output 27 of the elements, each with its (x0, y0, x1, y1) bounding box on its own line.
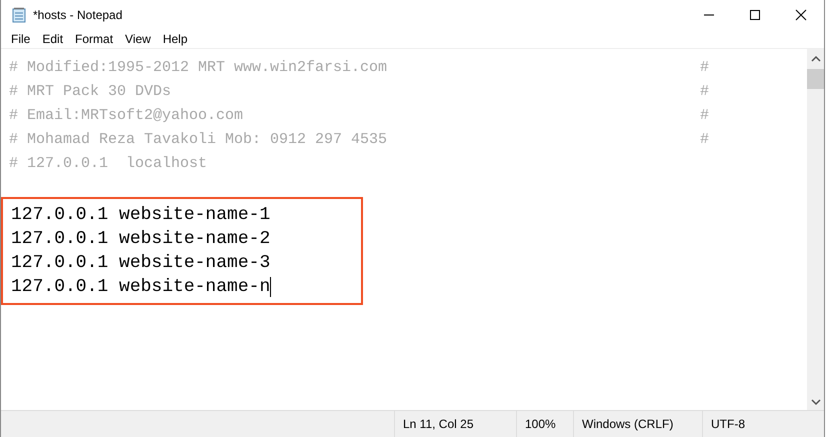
line-ending: Windows (CRLF) (573, 411, 702, 437)
menu-item[interactable]: View (119, 32, 157, 46)
encoding: UTF-8 (702, 411, 819, 437)
comment-mark: # (700, 130, 709, 148)
scrollbar-thumb[interactable] (807, 69, 824, 89)
host-entry: 127.0.0.1 website-name-1 (11, 204, 270, 227)
host-entry: 127.0.0.1 website-name-3 (11, 252, 270, 275)
cursor-position: Ln 11, Col 25 (394, 411, 516, 437)
comment-line: # 127.0.0.1 localhost (9, 154, 208, 172)
window-title: *hosts - Notepad (33, 8, 124, 22)
scroll-up-icon[interactable] (810, 55, 820, 63)
comment-line: # Email:MRTsoft2@yahoo.com (9, 106, 244, 124)
menu-item[interactable]: Format (69, 32, 120, 46)
comment-mark: # (700, 106, 709, 124)
menu-item[interactable]: Help (156, 32, 194, 46)
menu-item[interactable]: File (5, 32, 36, 46)
comment-mark: # (700, 58, 709, 76)
menu-item[interactable]: Edit (36, 32, 70, 46)
host-entry: 127.0.0.1 website-name-2 (11, 228, 270, 251)
scroll-down-icon[interactable] (810, 398, 820, 406)
zoom-level: 100% (516, 411, 573, 437)
comment-line: # Mohamad Reza Tavakoli Mob: 0912 297 4535 (9, 130, 388, 148)
comment-mark: # (700, 82, 709, 100)
comment-line: # MRT Pack 30 DVDs (9, 82, 172, 100)
notepad-icon (11, 7, 27, 23)
comment-line: # Modified:1995-2012 MRT www.win2farsi.com (9, 58, 388, 76)
host-entry: 127.0.0.1 website-name-n (11, 276, 270, 299)
